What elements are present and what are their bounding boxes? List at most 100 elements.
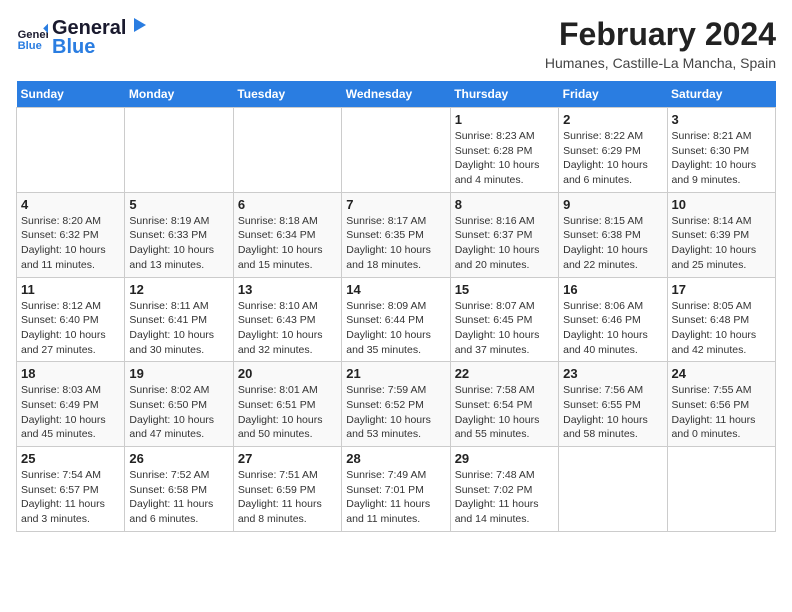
logo-arrow-icon <box>128 16 146 34</box>
calendar-cell: 23 Sunrise: 7:56 AM Sunset: 6:55 PM Dayli… <box>559 362 667 447</box>
day-info: Sunrise: 8:21 AM Sunset: 6:30 PM Dayligh… <box>672 129 771 188</box>
day-number: 14 <box>346 282 445 297</box>
day-number: 6 <box>238 197 337 212</box>
calendar-cell: 1Sunrise: 8:23 AM Sunset: 6:28 PM Daylig… <box>450 108 558 193</box>
day-number: 10 <box>672 197 771 212</box>
calendar-cell: 18 Sunrise: 8:03 AM Sunset: 6:49 PM Dayli… <box>17 362 125 447</box>
day-number: 3 <box>672 112 771 127</box>
day-info: Sunrise: 8:01 AM Sunset: 6:51 PM Dayligh… <box>238 383 337 442</box>
day-number: 24 <box>672 366 771 381</box>
calendar-cell: 14 Sunrise: 8:09 AM Sunset: 6:44 PM Dayli… <box>342 277 450 362</box>
calendar-cell: 10 Sunrise: 8:14 AM Sunset: 6:39 PM Dayli… <box>667 192 775 277</box>
calendar-cell: 21Sunrise: 7:59 AM Sunset: 6:52 PM Dayli… <box>342 362 450 447</box>
calendar-cell <box>233 108 341 193</box>
calendar-cell: 17 Sunrise: 8:05 AM Sunset: 6:48 PM Dayli… <box>667 277 775 362</box>
day-number: 4 <box>21 197 120 212</box>
day-info: Sunrise: 8:06 AM Sunset: 6:46 PM Dayligh… <box>563 299 662 358</box>
day-number: 17 <box>672 282 771 297</box>
calendar-cell: 4 Sunrise: 8:20 AM Sunset: 6:32 PM Daylig… <box>17 192 125 277</box>
day-info: Sunrise: 8:15 AM Sunset: 6:38 PM Dayligh… <box>563 214 662 273</box>
calendar-cell <box>667 447 775 532</box>
calendar-week-1: 1Sunrise: 8:23 AM Sunset: 6:28 PM Daylig… <box>17 108 776 193</box>
calendar-body: 1Sunrise: 8:23 AM Sunset: 6:28 PM Daylig… <box>17 108 776 532</box>
day-number: 9 <box>563 197 662 212</box>
calendar-cell: 2 Sunrise: 8:22 AM Sunset: 6:29 PM Daylig… <box>559 108 667 193</box>
header-day-monday: Monday <box>125 81 233 108</box>
day-info: Sunrise: 8:02 AM Sunset: 6:50 PM Dayligh… <box>129 383 228 442</box>
calendar-cell: 27 Sunrise: 7:51 AM Sunset: 6:59 PM Dayli… <box>233 447 341 532</box>
calendar-cell: 24 Sunrise: 7:55 AM Sunset: 6:56 PM Dayli… <box>667 362 775 447</box>
day-info: Sunrise: 8:17 AM Sunset: 6:35 PM Dayligh… <box>346 214 445 273</box>
day-number: 26 <box>129 451 228 466</box>
day-number: 11 <box>21 282 120 297</box>
calendar-cell: 29 Sunrise: 7:48 AM Sunset: 7:02 PM Dayli… <box>450 447 558 532</box>
calendar-cell: 12 Sunrise: 8:11 AM Sunset: 6:41 PM Dayli… <box>125 277 233 362</box>
calendar-cell: 22 Sunrise: 7:58 AM Sunset: 6:54 PM Dayli… <box>450 362 558 447</box>
day-info: Sunrise: 8:10 AM Sunset: 6:43 PM Dayligh… <box>238 299 337 358</box>
day-info: Sunrise: 8:11 AM Sunset: 6:41 PM Dayligh… <box>129 299 228 358</box>
calendar-header-row: SundayMondayTuesdayWednesdayThursdayFrid… <box>17 81 776 108</box>
calendar-cell: 26Sunrise: 7:52 AM Sunset: 6:58 PM Dayli… <box>125 447 233 532</box>
calendar-cell <box>342 108 450 193</box>
page-header: General Blue General Blue February 2024 … <box>16 16 776 71</box>
calendar-cell: 3 Sunrise: 8:21 AM Sunset: 6:30 PM Daylig… <box>667 108 775 193</box>
calendar-cell: 7 Sunrise: 8:17 AM Sunset: 6:35 PM Daylig… <box>342 192 450 277</box>
day-number: 23 <box>563 366 662 381</box>
header-day-saturday: Saturday <box>667 81 775 108</box>
day-number: 18 <box>21 366 120 381</box>
day-number: 22 <box>455 366 554 381</box>
day-number: 15 <box>455 282 554 297</box>
calendar-cell: 15 Sunrise: 8:07 AM Sunset: 6:45 PM Dayli… <box>450 277 558 362</box>
svg-text:General: General <box>18 29 48 41</box>
day-info: Sunrise: 7:55 AM Sunset: 6:56 PM Dayligh… <box>672 383 771 442</box>
day-number: 2 <box>563 112 662 127</box>
day-number: 27 <box>238 451 337 466</box>
calendar-cell: 9 Sunrise: 8:15 AM Sunset: 6:38 PM Daylig… <box>559 192 667 277</box>
logo-icon: General Blue <box>16 22 48 54</box>
day-number: 1 <box>455 112 554 127</box>
day-info: Sunrise: 8:07 AM Sunset: 6:45 PM Dayligh… <box>455 299 554 358</box>
day-number: 16 <box>563 282 662 297</box>
logo: General Blue General Blue <box>16 16 146 59</box>
day-number: 7 <box>346 197 445 212</box>
calendar-cell: 13 Sunrise: 8:10 AM Sunset: 6:43 PM Dayli… <box>233 277 341 362</box>
calendar-cell: 28 Sunrise: 7:49 AM Sunset: 7:01 PM Dayli… <box>342 447 450 532</box>
day-number: 28 <box>346 451 445 466</box>
day-info: Sunrise: 8:03 AM Sunset: 6:49 PM Dayligh… <box>21 383 120 442</box>
day-number: 12 <box>129 282 228 297</box>
calendar-week-5: 25Sunrise: 7:54 AM Sunset: 6:57 PM Dayli… <box>17 447 776 532</box>
header-day-thursday: Thursday <box>450 81 558 108</box>
header-day-sunday: Sunday <box>17 81 125 108</box>
day-number: 19 <box>129 366 228 381</box>
header-day-wednesday: Wednesday <box>342 81 450 108</box>
calendar-subtitle: Humanes, Castille-La Mancha, Spain <box>545 55 776 71</box>
calendar-cell <box>125 108 233 193</box>
day-number: 5 <box>129 197 228 212</box>
calendar-cell <box>559 447 667 532</box>
day-info: Sunrise: 7:48 AM Sunset: 7:02 PM Dayligh… <box>455 468 554 527</box>
day-info: Sunrise: 8:18 AM Sunset: 6:34 PM Dayligh… <box>238 214 337 273</box>
day-number: 29 <box>455 451 554 466</box>
day-info: Sunrise: 7:56 AM Sunset: 6:55 PM Dayligh… <box>563 383 662 442</box>
calendar-table: SundayMondayTuesdayWednesdayThursdayFrid… <box>16 81 776 532</box>
day-number: 8 <box>455 197 554 212</box>
day-info: Sunrise: 8:16 AM Sunset: 6:37 PM Dayligh… <box>455 214 554 273</box>
day-info: Sunrise: 8:05 AM Sunset: 6:48 PM Dayligh… <box>672 299 771 358</box>
day-info: Sunrise: 8:14 AM Sunset: 6:39 PM Dayligh… <box>672 214 771 273</box>
day-info: Sunrise: 7:49 AM Sunset: 7:01 PM Dayligh… <box>346 468 445 527</box>
title-area: February 2024 Humanes, Castille-La Manch… <box>545 16 776 71</box>
day-info: Sunrise: 7:51 AM Sunset: 6:59 PM Dayligh… <box>238 468 337 527</box>
calendar-cell: 19 Sunrise: 8:02 AM Sunset: 6:50 PM Dayli… <box>125 362 233 447</box>
calendar-cell: 11Sunrise: 8:12 AM Sunset: 6:40 PM Dayli… <box>17 277 125 362</box>
day-number: 13 <box>238 282 337 297</box>
day-info: Sunrise: 8:22 AM Sunset: 6:29 PM Dayligh… <box>563 129 662 188</box>
day-info: Sunrise: 7:58 AM Sunset: 6:54 PM Dayligh… <box>455 383 554 442</box>
calendar-week-2: 4 Sunrise: 8:20 AM Sunset: 6:32 PM Daylig… <box>17 192 776 277</box>
day-number: 25 <box>21 451 120 466</box>
day-info: Sunrise: 8:19 AM Sunset: 6:33 PM Dayligh… <box>129 214 228 273</box>
calendar-cell <box>17 108 125 193</box>
svg-text:Blue: Blue <box>18 40 42 52</box>
day-info: Sunrise: 8:20 AM Sunset: 6:32 PM Dayligh… <box>21 214 120 273</box>
day-info: Sunrise: 8:09 AM Sunset: 6:44 PM Dayligh… <box>346 299 445 358</box>
day-number: 20 <box>238 366 337 381</box>
